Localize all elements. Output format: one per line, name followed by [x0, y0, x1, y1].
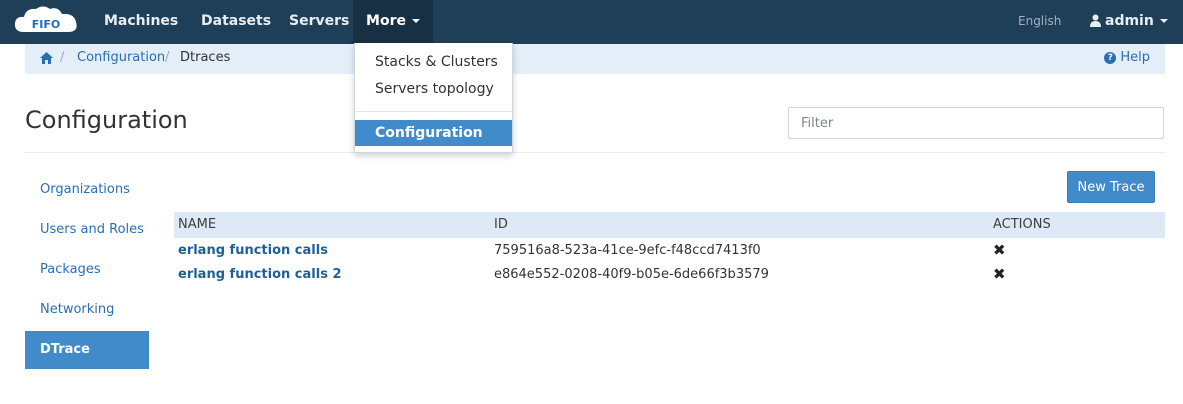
- sidebar-item-packages[interactable]: Packages: [25, 251, 149, 289]
- caret-down-icon: [1159, 19, 1168, 23]
- filter-input[interactable]: [788, 107, 1164, 139]
- breadcrumb: / Configuration / Dtraces ? Help: [25, 44, 1165, 74]
- page-title: Configuration: [25, 106, 188, 134]
- trace-id: 759516a8-523a-41ce-9efc-f48ccd7413f0: [494, 243, 761, 258]
- delete-icon[interactable]: ✖: [993, 265, 1006, 283]
- column-header-actions: ACTIONS: [993, 217, 1051, 232]
- user-icon: [1090, 14, 1101, 27]
- breadcrumb-separator: /: [60, 50, 65, 65]
- breadcrumb-current: Dtraces: [180, 50, 231, 65]
- logo-text: FIFO: [32, 18, 60, 31]
- menu-item-servers-topology[interactable]: Servers topology: [355, 76, 512, 102]
- language-selector[interactable]: English: [1018, 0, 1061, 44]
- column-header-name[interactable]: NAME: [178, 217, 216, 232]
- breadcrumb-configuration[interactable]: Configuration: [77, 50, 165, 65]
- column-header-id[interactable]: ID: [494, 217, 508, 232]
- sidebar-item-networking[interactable]: Networking: [25, 291, 149, 329]
- nav-servers[interactable]: Servers: [289, 0, 349, 44]
- fifo-logo[interactable]: FIFO: [12, 4, 82, 38]
- home-icon[interactable]: [40, 52, 53, 64]
- sidebar-item-organizations[interactable]: Organizations: [25, 171, 149, 209]
- help-label: Help: [1120, 50, 1150, 65]
- nav-machines[interactable]: Machines: [104, 0, 178, 44]
- user-name: admin: [1105, 13, 1154, 29]
- nav-more[interactable]: More: [353, 0, 433, 44]
- table-header: NAME ID ACTIONS: [174, 212, 1165, 238]
- table-row: erlang function calls 2 e864e552-0208-40…: [174, 263, 1165, 287]
- trace-name-link[interactable]: erlang function calls: [178, 243, 328, 258]
- top-navbar: FIFO Machines Datasets Servers More Engl…: [0, 0, 1183, 44]
- menu-divider: [355, 111, 512, 112]
- sidebar-item-users-and-roles[interactable]: Users and Roles: [25, 211, 149, 249]
- question-icon: ?: [1104, 52, 1117, 64]
- delete-icon[interactable]: ✖: [993, 241, 1006, 259]
- trace-id: e864e552-0208-40f9-b05e-6de66f3b3579: [494, 267, 769, 282]
- help-link[interactable]: ? Help: [1104, 50, 1150, 65]
- nav-datasets[interactable]: Datasets: [201, 0, 271, 44]
- menu-item-stacks-clusters[interactable]: Stacks & Clusters: [355, 49, 512, 75]
- new-trace-button[interactable]: New Trace: [1067, 171, 1155, 203]
- more-dropdown-menu: Stacks & Clusters Servers topology Confi…: [354, 43, 513, 153]
- table-row: erlang function calls 759516a8-523a-41ce…: [174, 239, 1165, 263]
- sidebar-item-dtrace[interactable]: DTrace: [25, 331, 149, 369]
- breadcrumb-separator: /: [165, 50, 170, 65]
- header-divider: [25, 152, 1165, 153]
- nav-more-label: More: [366, 13, 406, 29]
- menu-item-configuration[interactable]: Configuration: [355, 120, 512, 146]
- user-menu[interactable]: admin: [1090, 0, 1168, 44]
- caret-down-icon: [411, 19, 420, 23]
- trace-name-link[interactable]: erlang function calls 2: [178, 267, 342, 282]
